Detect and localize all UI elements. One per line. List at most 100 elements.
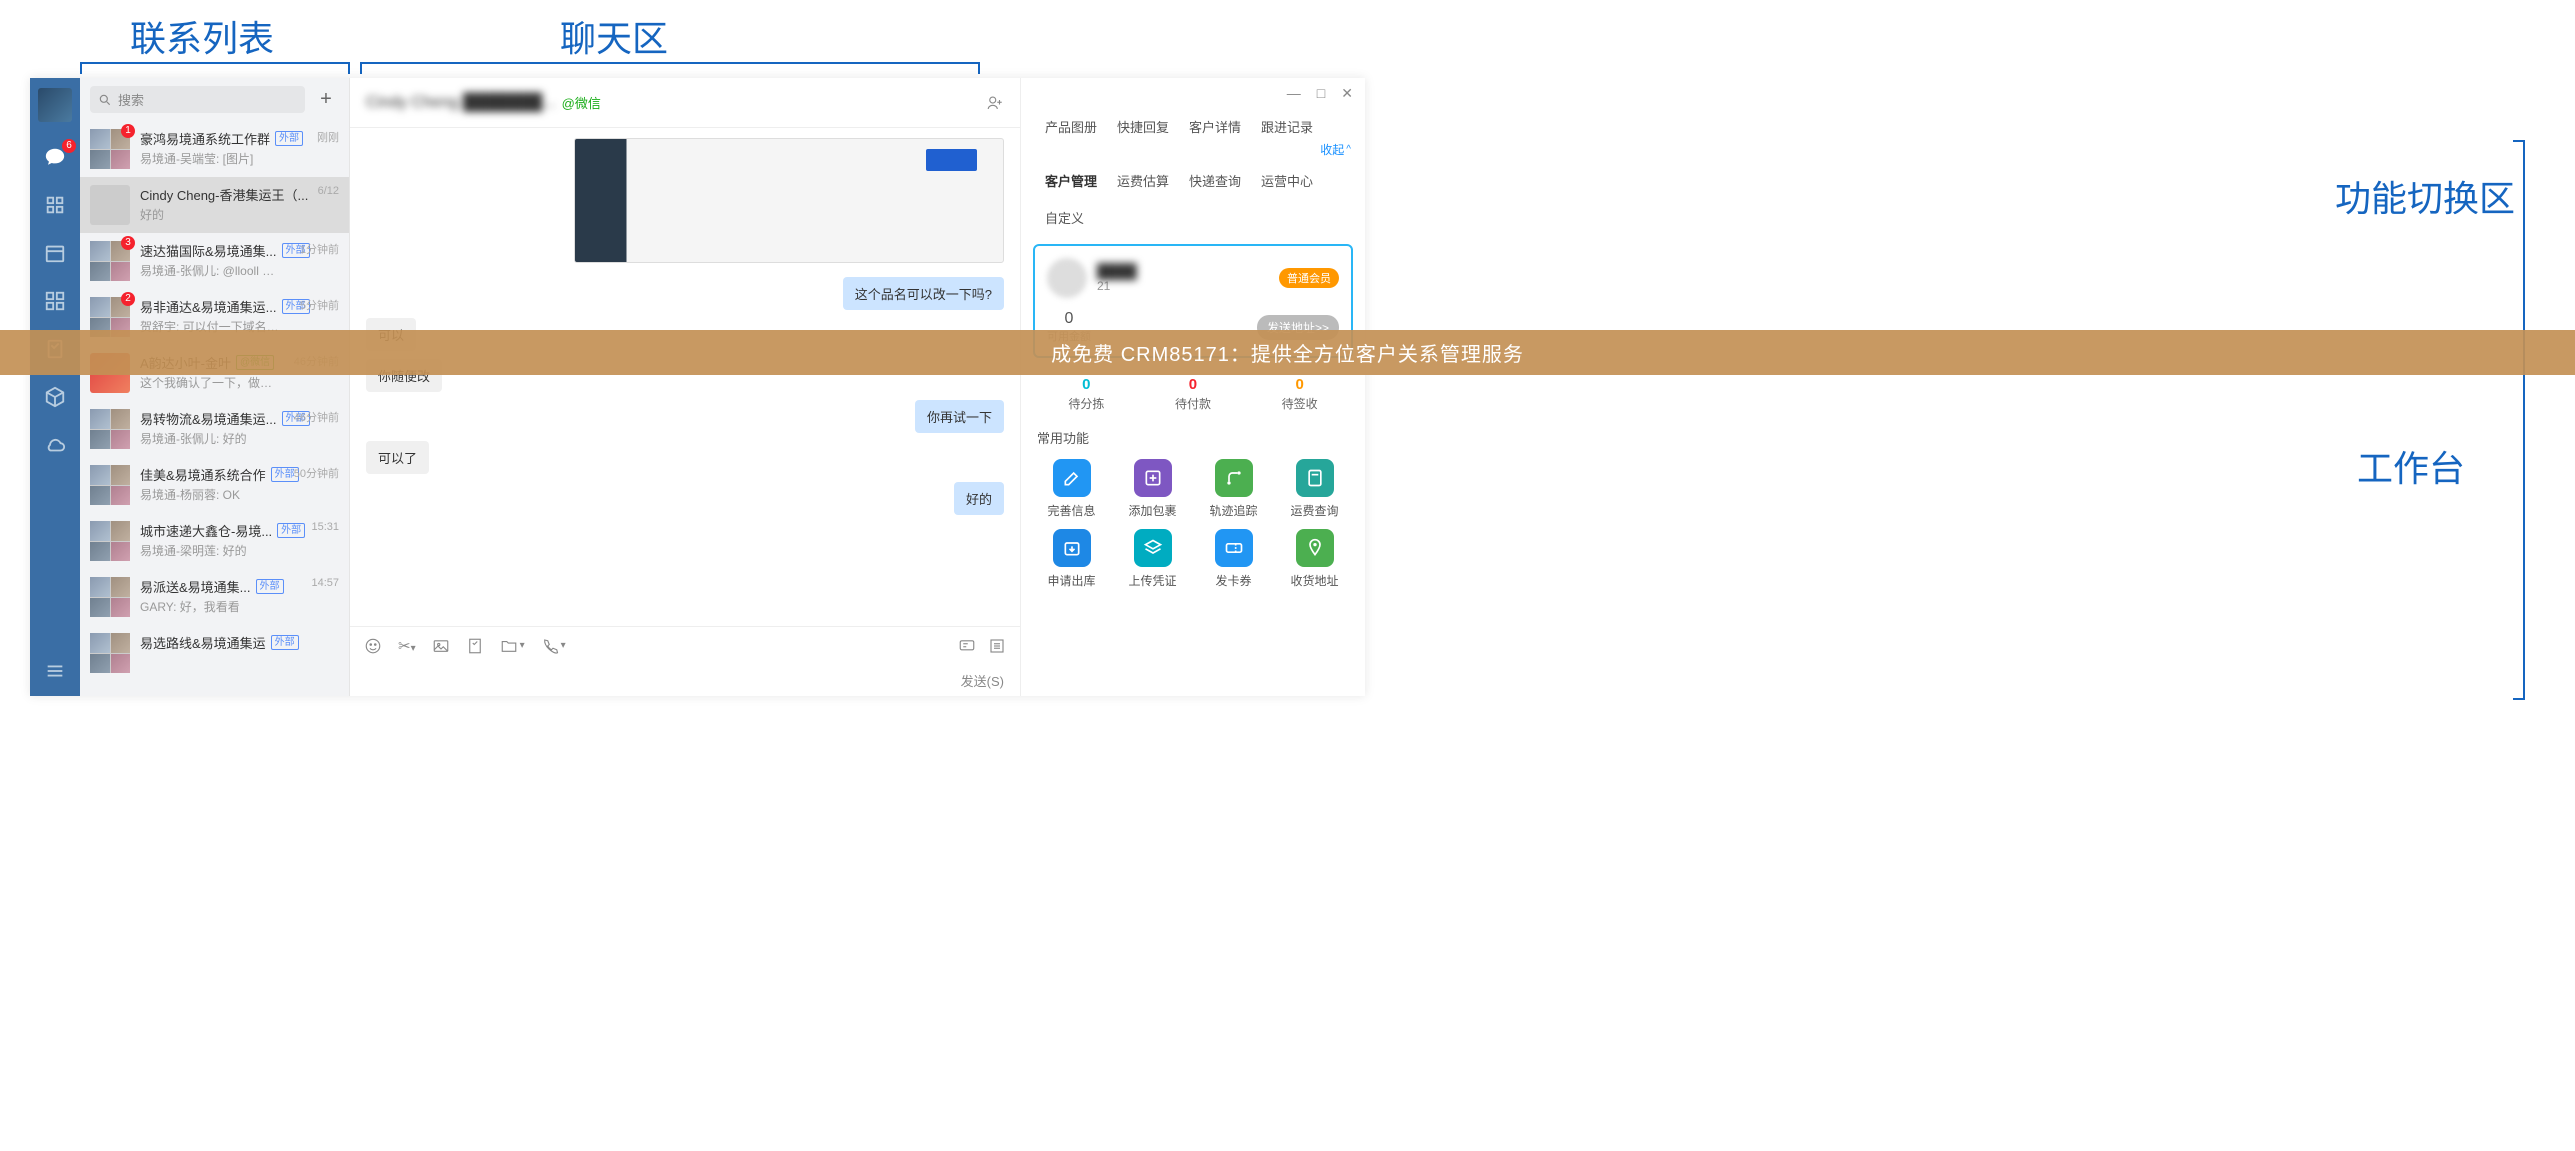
contact-time: 6/12: [318, 185, 339, 197]
stat-value: 0: [1068, 376, 1104, 393]
contact-item[interactable]: 1豪鸿易境通系统工作群外部易境通-吴端莹: [图片]刚刚: [80, 121, 349, 177]
contact-name: Cindy Cheng-香港集运王（...: [140, 185, 308, 204]
contact-item[interactable]: 易派送&易境通集...外部GARY: 好，我看看14:57: [80, 569, 349, 625]
tab-产品图册[interactable]: 产品图册: [1035, 112, 1107, 141]
tabs-row-2: 客户管理运费估算快递查询运营中心: [1021, 162, 1365, 199]
contact-tag: 外部: [256, 579, 284, 594]
my-avatar[interactable]: [38, 88, 72, 122]
message-bubble: 好的: [954, 482, 1004, 515]
unread-badge: 2: [121, 292, 135, 306]
contact-time: 15:31: [311, 521, 339, 533]
function-运费查询[interactable]: 运费查询: [1276, 459, 1353, 519]
contact-tag: 外部: [277, 523, 305, 538]
tab-运费估算[interactable]: 运费估算: [1107, 166, 1179, 195]
search-placeholder: 搜索: [118, 90, 144, 109]
member-badge: 普通会员: [1279, 268, 1339, 288]
contact-time: 50分钟前: [294, 465, 339, 481]
nav-chat-icon[interactable]: 6: [42, 144, 68, 170]
member-avatar: [1047, 258, 1087, 298]
nav-calendar-icon[interactable]: [42, 240, 68, 266]
contact-preview: 易境通-吴端莹: [图片]: [140, 150, 339, 167]
quote-icon[interactable]: [958, 637, 976, 655]
nav-box-icon[interactable]: [42, 384, 68, 410]
contact-name: 易派送&易境通集...: [140, 577, 251, 596]
contact-item[interactable]: 易选路线&易境通集运外部: [80, 625, 349, 681]
annotation-contacts: 联系列表: [130, 10, 274, 62]
tab-运营中心[interactable]: 运营中心: [1251, 166, 1323, 195]
function-完善信息[interactable]: 完善信息: [1033, 459, 1110, 519]
image-icon[interactable]: [432, 637, 450, 655]
message-image[interactable]: [574, 138, 1004, 263]
functions-grid: 完善信息 添加包裹 轨迹追踪运费查询申请出库上传凭证发卡券 收货地址: [1021, 453, 1365, 595]
send-row: 发送(S): [350, 664, 1020, 696]
search-input[interactable]: 搜索: [90, 86, 305, 113]
function-收货地址[interactable]: 收货地址: [1276, 529, 1353, 589]
function-发卡券[interactable]: 发卡券: [1195, 529, 1272, 589]
function-label: 添加包裹: [1128, 502, 1176, 519]
tab-快捷回复[interactable]: 快捷回复: [1107, 112, 1179, 141]
contact-avatar: 1: [90, 129, 130, 169]
bracket-side: [2513, 140, 2525, 700]
contact-preview: 好的: [140, 206, 339, 223]
function-申请出库[interactable]: 申请出库: [1033, 529, 1110, 589]
tab-客户管理[interactable]: 客户管理: [1035, 166, 1107, 195]
contact-time: 5分钟前: [300, 297, 339, 313]
stat-item[interactable]: 0 待付款: [1175, 376, 1211, 412]
contact-preview: 易境通-张佩儿: @llooll …: [140, 262, 339, 279]
stat-label: 待签收: [1282, 395, 1318, 412]
stat-label: 待付款: [1175, 395, 1211, 412]
minimize-button[interactable]: —: [1287, 85, 1301, 101]
function-添加包裹[interactable]: 添加包裹: [1114, 459, 1191, 519]
close-button[interactable]: ✕: [1341, 85, 1353, 102]
nav-apps-icon[interactable]: [42, 288, 68, 314]
stat-value: 0: [1175, 376, 1211, 393]
contact-preview: 易境通-杨丽蓉: OK: [140, 486, 339, 503]
contact-preview: GARY: 好，我看看: [140, 598, 339, 615]
contact-name: 豪鸿易境通系统工作群: [140, 129, 270, 148]
scissors-icon[interactable]: ✂▾: [398, 637, 416, 655]
function-label: 完善信息: [1047, 502, 1095, 519]
stat-item[interactable]: 0 待签收: [1282, 376, 1318, 412]
collapse-button[interactable]: 收起 ^: [1320, 141, 1351, 158]
app-window: 6 搜索 + 1豪鸿易境通系统工作群外部易境通-吴端莹: [图片]刚刚Cindy…: [30, 78, 1365, 696]
message-list[interactable]: 这个品名可以改一下吗?可以你随便改你再试一下可以了好的: [350, 128, 1020, 626]
function-轨迹追踪[interactable]: 轨迹追踪: [1195, 459, 1272, 519]
chat-subtitle: @微信: [562, 93, 601, 112]
contact-name: 易转物流&易境通集运...: [140, 409, 277, 428]
nav-cloud-icon[interactable]: [42, 432, 68, 458]
contact-item[interactable]: 3速达猫国际&易境通集...外部易境通-张佩儿: @llooll …1分钟前: [80, 233, 349, 289]
phone-icon[interactable]: ▾: [541, 637, 566, 655]
annotation-chat: 聊天区: [560, 10, 668, 62]
folder-icon[interactable]: ▾: [500, 637, 525, 655]
search-icon: [98, 93, 112, 107]
chat-panel: Cindy Cheng ███████... @微信 这个品名可以改一下吗?可以…: [350, 78, 1020, 696]
contact-avatar: [90, 465, 130, 505]
tab-跟进记录[interactable]: 跟进记录: [1251, 112, 1323, 141]
contact-time: 1分钟前: [300, 241, 339, 257]
maximize-button[interactable]: □: [1317, 85, 1325, 101]
contact-avatar: [90, 521, 130, 561]
emoji-icon[interactable]: [364, 637, 382, 655]
function-label: 发卡券: [1215, 572, 1251, 589]
contact-item[interactable]: 佳美&易境通系统合作外部易境通-杨丽蓉: OK50分钟前: [80, 457, 349, 513]
balance-value: 0: [1047, 310, 1091, 328]
contact-item[interactable]: 易转物流&易境通集运...外部易境通-张佩儿: 好的46分钟前: [80, 401, 349, 457]
send-button[interactable]: 发送(S): [961, 671, 1004, 690]
nav-menu-icon[interactable]: [42, 658, 68, 684]
plus-box-icon: [1134, 459, 1172, 497]
list-icon[interactable]: [988, 637, 1006, 655]
contact-list[interactable]: 1豪鸿易境通系统工作群外部易境通-吴端莹: [图片]刚刚Cindy Cheng-…: [80, 121, 349, 696]
function-上传凭证[interactable]: 上传凭证: [1114, 529, 1191, 589]
stat-value: 0: [1282, 376, 1318, 393]
tab-客户详情[interactable]: 客户详情: [1179, 112, 1251, 141]
add-member-icon[interactable]: [986, 94, 1004, 112]
contact-item[interactable]: Cindy Cheng-香港集运王（... 好的 6/12: [80, 177, 349, 233]
contact-item[interactable]: 城市速递大鑫仓-易境...外部易境通-梁明莲: 好的15:31: [80, 513, 349, 569]
annotation-tabs: 功能切换区: [2335, 170, 2515, 222]
tab-自定义[interactable]: 自定义: [1035, 203, 1094, 232]
doc-icon[interactable]: [466, 637, 484, 655]
tab-快递查询[interactable]: 快递查询: [1179, 166, 1251, 195]
stat-item[interactable]: 0待分拣: [1068, 376, 1104, 412]
add-button[interactable]: +: [313, 87, 339, 113]
nav-contacts-icon[interactable]: [42, 192, 68, 218]
